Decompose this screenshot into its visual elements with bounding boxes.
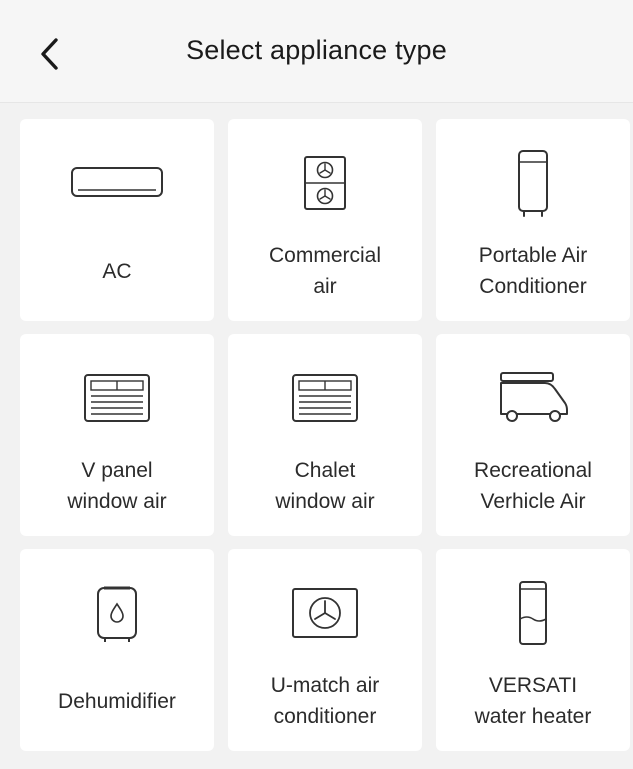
- commercial-air-icon: [304, 156, 346, 210]
- rv-air-icon: [500, 372, 568, 422]
- appliance-card-chalet-window-air[interactable]: Chalet window air: [228, 334, 422, 536]
- appliance-card-versati-water-heater[interactable]: VERSATI water heater: [436, 549, 630, 751]
- appliance-card-recreational-vehicle-air[interactable]: Recreational Verhicle Air: [436, 334, 630, 536]
- portable-ac-icon: [518, 150, 548, 217]
- appliance-card-ac[interactable]: AC: [20, 119, 214, 321]
- appliance-label: V panel window air: [67, 459, 167, 513]
- water-heater-icon: [519, 581, 547, 645]
- dehumidifier-icon: [97, 586, 137, 642]
- appliance-card-commercial-air[interactable]: Commercial air: [228, 119, 422, 321]
- appliance-label: U-match air conditioner: [270, 674, 380, 728]
- appliance-card-v-panel-window-air[interactable]: V panel window air: [20, 334, 214, 536]
- appliance-grid: AC Commercial air Portable Air Condition…: [20, 119, 630, 751]
- appliance-card-dehumidifier[interactable]: Dehumidifier: [20, 549, 214, 751]
- appliance-card-portable-air-conditioner[interactable]: Portable Air Conditioner: [436, 119, 630, 321]
- appliance-label: VERSATI water heater: [474, 674, 592, 728]
- appliance-card-u-match-air-conditioner[interactable]: U-match air conditioner: [228, 549, 422, 751]
- appliance-label: AC: [102, 259, 132, 283]
- window-ac-icon: [292, 374, 358, 422]
- appliance-label: Chalet window air: [275, 459, 375, 513]
- appliance-label: Commercial air: [268, 244, 381, 298]
- window-ac-icon: [84, 374, 150, 422]
- appliance-label: Recreational Verhicle Air: [474, 459, 592, 513]
- header-bar: Select appliance type: [0, 0, 633, 103]
- appliance-label: Dehumidifier: [58, 689, 176, 713]
- appliance-label: Portable Air Conditioner: [478, 244, 588, 298]
- wall-ac-icon: [71, 167, 163, 197]
- outdoor-unit-icon: [292, 588, 358, 638]
- page-title: Select appliance type: [186, 35, 447, 65]
